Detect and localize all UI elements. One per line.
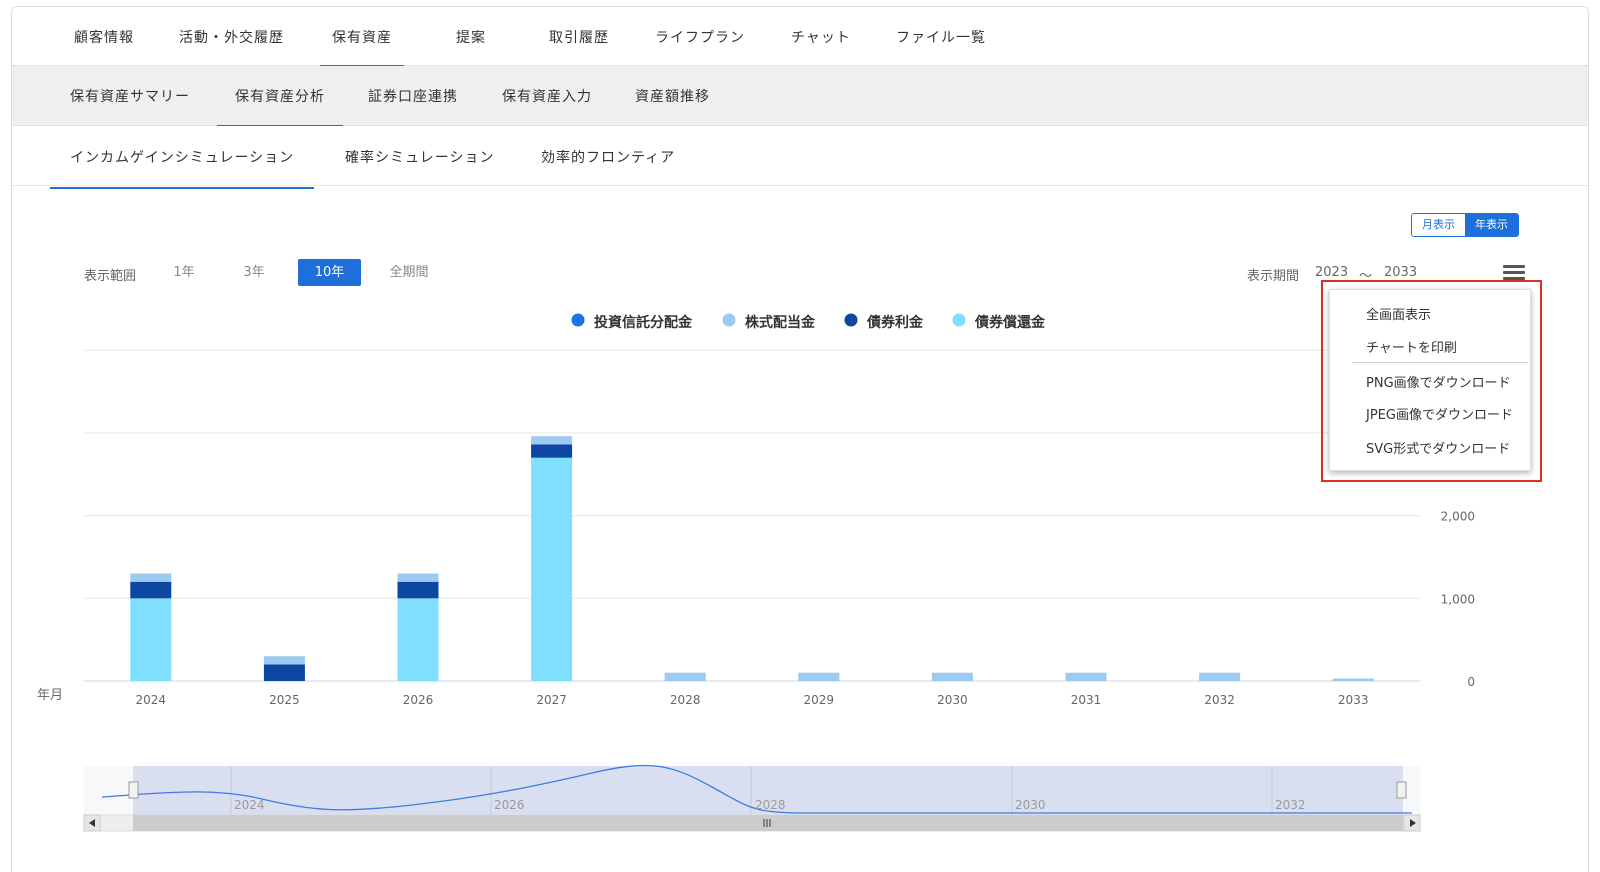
x-tick-label: 2033	[1338, 693, 1369, 707]
menu-download-jpeg[interactable]: JPEG画像でダウンロード	[1366, 404, 1513, 423]
x-tick-label: 2027	[536, 693, 567, 707]
legend-label: 債券利金	[866, 314, 924, 331]
navigator-label: 2024	[234, 798, 265, 812]
bar-segment	[130, 581, 172, 599]
y-tick-label: 2,000	[1441, 510, 1475, 524]
navigator-label: 2028	[755, 798, 786, 812]
bar-segment	[531, 436, 573, 445]
navigator-handle-right[interactable]	[1396, 781, 1407, 799]
navigator-label: 2030	[1015, 798, 1046, 812]
bar-segment	[130, 598, 172, 681]
legend-marker	[844, 313, 858, 327]
x-tick-label: 2028	[670, 693, 701, 707]
bar-segment	[130, 573, 172, 582]
app-frame: 顧客情報 活動・外交履歴 保有資産 提案 取引履歴 ライフプラン チャット ファイル一覧 保有…	[11, 6, 1589, 872]
x-tick-label: 2032	[1204, 693, 1235, 707]
x-tick-label: 2030	[937, 693, 968, 707]
menu-download-svg[interactable]: SVG形式でダウンロード	[1366, 438, 1510, 457]
x-axis-label: 年月	[37, 688, 63, 703]
bar-segment	[931, 672, 973, 681]
y-tick-label: 0	[1467, 675, 1475, 689]
scrollbar-thumb[interactable]	[133, 815, 1403, 831]
menu-download-png[interactable]: PNG画像でダウンロード	[1366, 372, 1511, 391]
legend-item[interactable]: 投資信託分配金	[571, 313, 693, 332]
bar-segment	[397, 581, 439, 599]
bar-segment	[664, 672, 706, 681]
menu-print-chart[interactable]: チャートを印刷	[1366, 337, 1457, 356]
bar-segment	[1199, 672, 1241, 681]
bar-segment	[1332, 678, 1374, 681]
legend-marker	[571, 313, 585, 327]
legend-label: 投資信託分配金	[594, 314, 693, 331]
x-tick-label: 2026	[403, 693, 434, 707]
legend-item[interactable]: 株式配当金	[722, 313, 816, 332]
legend-marker	[952, 313, 966, 327]
bar-segment	[397, 573, 439, 582]
navigator-label: 2026	[494, 798, 525, 812]
bar-segment	[263, 656, 305, 665]
x-tick-label: 2029	[804, 693, 835, 707]
x-tick-label: 2024	[136, 693, 167, 707]
legend-label: 債券償還金	[974, 314, 1046, 331]
menu-fullscreen[interactable]: 全画面表示	[1366, 304, 1431, 323]
legend-item[interactable]: 債券償還金	[952, 313, 1046, 332]
navigator-handle-left[interactable]	[128, 781, 139, 799]
bar-segment	[531, 444, 573, 458]
bar-segment	[263, 664, 305, 681]
bar-segment	[1065, 672, 1107, 681]
bar-segment	[397, 598, 439, 681]
legend-label: 株式配当金	[745, 314, 816, 331]
legend-item[interactable]: 債券利金	[844, 313, 924, 332]
bar-segment	[531, 457, 573, 681]
export-menu: 全画面表示 チャートを印刷 PNG画像でダウンロード JPEG画像でダウンロード…	[1329, 289, 1531, 471]
legend-marker	[722, 313, 736, 327]
navigator-label: 2032	[1275, 798, 1306, 812]
x-tick-label: 2025	[269, 693, 300, 707]
bar-segment	[798, 672, 840, 681]
menu-separator	[1352, 362, 1528, 363]
x-tick-label: 2031	[1071, 693, 1102, 707]
y-tick-label: 1,000	[1441, 592, 1475, 606]
